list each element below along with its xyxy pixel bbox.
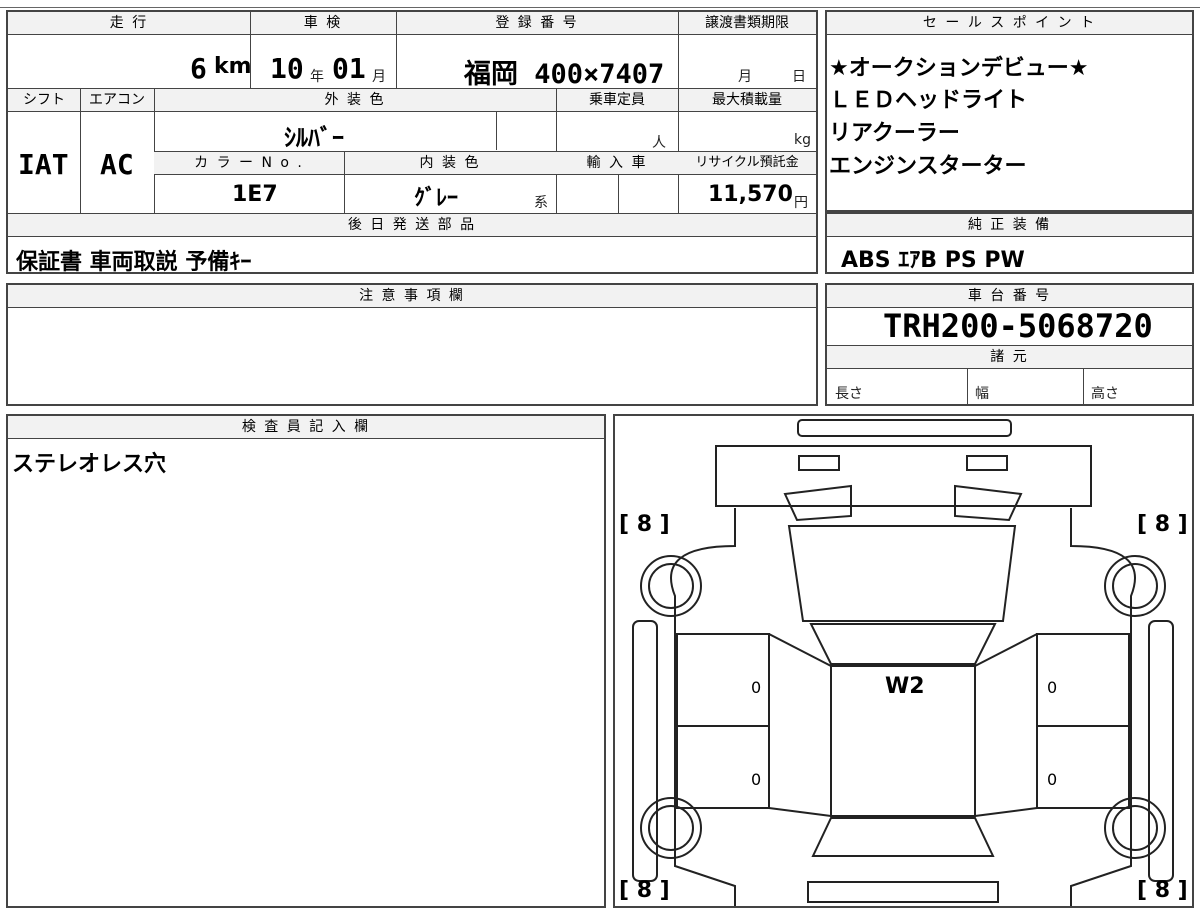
chassis-label: 車 台 番 号 — [827, 285, 1192, 308]
spec-length-label: 長さ — [835, 386, 863, 402]
car-diagram — [632, 419, 1174, 906]
ac-value: AC — [100, 148, 134, 181]
corner-front-right: [ 8 ] — [1137, 512, 1188, 537]
color-no-value: 1E7 — [232, 182, 278, 207]
sales-point-item: エンジンスターター — [829, 154, 1027, 179]
capacity-unit: 人 — [652, 135, 666, 151]
recycle-label: リサイクル預託金 — [678, 152, 816, 175]
exterior-color-value: ｼﾙﾊﾞｰ — [284, 124, 344, 152]
sales-points-label: セ ー ル ス ポ イ ン ト — [827, 12, 1192, 35]
sales-points-box: セ ー ル ス ポ イ ン ト ★オークションデビュー★ ＬＥＤヘッドライト リ… — [825, 10, 1194, 212]
inspection-label: 車 検 — [250, 12, 396, 35]
corner-front-left: [ 8 ] — [619, 512, 670, 537]
shift-label: シフト — [8, 89, 80, 112]
recycle-value: 11,570 — [708, 182, 793, 207]
sales-point-item: ★オークションデビュー★ — [829, 56, 1089, 81]
specs-label: 諸 元 — [827, 346, 1192, 369]
max-load-label: 最大積載量 — [678, 89, 816, 112]
corner-rear-left: [ 8 ] — [619, 878, 670, 903]
door-left-rear-mark: 0 — [751, 770, 762, 789]
capacity-label: 乗車定員 — [556, 89, 678, 112]
inspection-month-unit: 月 — [372, 69, 386, 85]
top-strip — [0, 0, 1200, 8]
door-left-front-mark: 0 — [751, 678, 762, 697]
interior-color-value: ｸﾞﾚｰ — [414, 186, 459, 211]
spec-height-label: 高さ — [1091, 386, 1119, 402]
mileage-label: 走 行 — [8, 12, 250, 35]
sales-point-item: ＬＥＤヘッドライト — [829, 88, 1028, 113]
summary-table: 走 行 車 検 登 録 番 号 譲渡書類期限 6 km 10 年 01 月 福岡… — [6, 10, 818, 275]
standard-equipment-label: 純 正 装 備 — [827, 214, 1192, 237]
transfer-label: 譲渡書類期限 — [678, 12, 816, 35]
standard-equipment-box: 純 正 装 備 ABS ｴｱB PS PW — [825, 212, 1194, 274]
roof-mark: W2 — [885, 674, 925, 699]
chassis-value: TRH200-5068720 — [883, 307, 1153, 345]
inspection-month: 01 — [332, 52, 366, 85]
import-label: 輸 入 車 — [556, 152, 678, 175]
exterior-color-label: 外 装 色 — [154, 89, 556, 112]
inspection-year-unit: 年 — [310, 69, 324, 85]
later-parts-value: 保証書 車両取説 予備ｷｰ — [16, 250, 252, 275]
notes-label: 注 意 事 項 欄 — [8, 285, 816, 308]
transfer-day-unit: 日 — [792, 69, 806, 85]
corner-rear-right: [ 8 ] — [1137, 878, 1188, 903]
inspection-year: 10 — [270, 52, 304, 85]
spec-width-label: 幅 — [975, 386, 989, 402]
car-diagram-box: [ 8 ] [ 8 ] [ 8 ] [ 8 ] 0 0 0 0 W2 — [613, 414, 1194, 908]
transfer-month-unit: 月 — [738, 69, 752, 85]
registration-label: 登 録 番 号 — [396, 12, 678, 35]
color-no-label: カ ラ ー N o . — [154, 152, 344, 175]
inspector-value: ステレオレス穴 — [12, 452, 167, 477]
registration-value: 福岡 400×7407 — [464, 59, 665, 90]
interior-color-suffix: 系 — [534, 195, 548, 211]
mileage-unit: km — [214, 54, 252, 79]
standard-equipment-value: ABS ｴｱB PS PW — [841, 248, 1025, 273]
max-load-unit: kg — [794, 132, 811, 148]
notes-box: 注 意 事 項 欄 — [6, 283, 818, 406]
recycle-unit: 円 — [794, 195, 808, 211]
chassis-box: 車 台 番 号 TRH200-5068720 諸 元 長さ 幅 高さ — [825, 283, 1194, 406]
shift-value: IAT — [18, 148, 69, 181]
door-right-rear-mark: 0 — [1047, 770, 1058, 789]
door-right-front-mark: 0 — [1047, 678, 1058, 697]
sales-point-item: リアクーラー — [829, 121, 960, 146]
ac-label: エアコン — [80, 89, 154, 112]
later-parts-label: 後 日 発 送 部 品 — [8, 214, 816, 237]
mileage-value: 6 — [190, 52, 207, 85]
interior-color-label: 内 装 色 — [344, 152, 556, 175]
inspector-label: 検 査 員 記 入 欄 — [8, 416, 604, 439]
inspector-box: 検 査 員 記 入 欄 ステレオレス穴 — [6, 414, 606, 908]
